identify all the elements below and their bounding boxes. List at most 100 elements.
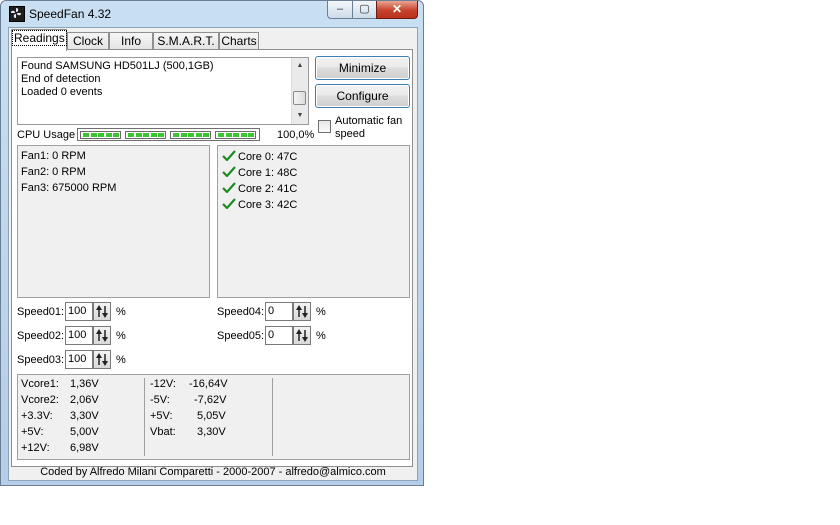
tab-clock[interactable]: Clock [67, 32, 109, 50]
check-icon [222, 166, 236, 177]
speed04-label: Speed04: [217, 306, 265, 318]
voltage-value: 1,36V [70, 378, 99, 390]
speed05-label: Speed05: [217, 330, 265, 342]
spinner-arrows-icon [96, 329, 108, 342]
cpu-usage-segment [80, 131, 121, 139]
cpu-usage-value: 100,0% [277, 129, 315, 141]
tab-charts[interactable]: Charts [219, 32, 259, 50]
log-line: End of detection [21, 73, 101, 85]
speed02-input[interactable]: 100 [65, 326, 93, 345]
temperature-reading: Core 1: 48C [238, 167, 298, 179]
fan-app-icon [9, 6, 25, 22]
temperature-row: Core 3: 42C [222, 198, 297, 211]
client-area: Readings Clock Info S.M.A.R.T. Charts Fo… [8, 27, 418, 481]
window-close-button[interactable]: ✕ [376, 1, 418, 19]
fans-box: Fan1: 0 RPM Fan2: 0 RPM Fan3: 675000 RPM [17, 145, 210, 298]
maximize-icon: ▢ [359, 3, 370, 15]
cpu-usage-block [158, 133, 165, 137]
spinner-arrows-icon [296, 329, 308, 342]
readings-panel: Found SAMSUNG HD501LJ (500,1GB) End of d… [11, 49, 413, 467]
voltage-value: 2,06V [70, 394, 99, 406]
speed02-label: Speed02: [17, 330, 65, 342]
spinner-arrows-icon [296, 305, 308, 318]
speed05-input[interactable]: 0 [265, 326, 293, 345]
minimize-button[interactable]: Minimize [315, 56, 410, 80]
speed02-spinner[interactable] [93, 326, 111, 345]
speed01-input[interactable]: 100 [65, 302, 93, 321]
cpu-usage-bar [77, 128, 260, 141]
cpu-usage-block [105, 133, 112, 137]
cpu-usage-block [90, 133, 97, 137]
window-title: SpeedFan 4.32 [29, 7, 112, 21]
check-icon [222, 182, 236, 193]
cpu-usage-label: CPU Usage [17, 129, 76, 141]
voltage-label: Vbat: [150, 426, 176, 438]
cpu-usage-block [195, 133, 202, 137]
temperature-reading: Core 2: 41C [238, 183, 298, 195]
cpu-usage-block [233, 133, 240, 137]
spinner-arrows-icon [96, 353, 108, 366]
speed05-spinner[interactable] [293, 326, 311, 345]
cpu-usage-block [203, 133, 210, 137]
event-log[interactable]: Found SAMSUNG HD501LJ (500,1GB) End of d… [17, 57, 309, 125]
scroll-down-arrow-icon[interactable]: ▼ [292, 108, 308, 124]
automatic-fan-speed-checkbox[interactable] [318, 120, 331, 133]
speed03-input[interactable]: 100 [65, 350, 93, 369]
scroll-thumb[interactable] [293, 91, 306, 105]
voltage-value: 5,05V [197, 410, 226, 422]
temperature-reading: Core 0: 47C [238, 151, 298, 163]
window-minimize-button[interactable]: – [327, 1, 353, 19]
speed03-spinner[interactable] [93, 350, 111, 369]
cpu-usage-block [113, 133, 120, 137]
temperature-row: Core 0: 47C [222, 150, 297, 163]
voltage-label: -5V: [150, 394, 170, 406]
voltage-label: Vcore2: [21, 394, 59, 406]
scroll-up-arrow-icon[interactable]: ▲ [292, 58, 308, 74]
speed02-unit: % [116, 330, 126, 342]
log-line: Found SAMSUNG HD501LJ (500,1GB) [21, 60, 214, 72]
speedfan-window: SpeedFan 4.32 – ▢ ✕ Readings Clock Info … [0, 0, 424, 486]
voltage-label: +12V: [21, 442, 50, 454]
check-icon [222, 150, 236, 161]
automatic-fan-label: Automatic fan [335, 115, 403, 127]
automatic-fan-label-2: speed [335, 128, 365, 140]
speed04-spinner[interactable] [293, 302, 311, 321]
log-scrollbar[interactable]: ▲ ▼ [291, 58, 308, 124]
tab-smart[interactable]: S.M.A.R.T. [153, 32, 219, 50]
voltage-value: 3,30V [197, 426, 226, 438]
speed03-unit: % [116, 354, 126, 366]
voltage-label: +5V: [21, 426, 44, 438]
speed01-spinner[interactable] [93, 302, 111, 321]
voltage-label: +3.3V: [21, 410, 53, 422]
temperature-row: Core 1: 48C [222, 166, 297, 179]
voltage-value: -7,62V [194, 394, 227, 406]
voltage-label: +5V: [150, 410, 173, 422]
cpu-usage-block [150, 133, 157, 137]
speed01-unit: % [116, 306, 126, 318]
speed01-label: Speed01: [17, 306, 65, 318]
tab-readings[interactable]: Readings [11, 29, 67, 51]
check-icon [222, 198, 236, 209]
close-icon: ✕ [391, 2, 403, 16]
voltage-value: 6,98V [70, 442, 99, 454]
voltage-label: -12V: [150, 378, 176, 390]
tab-info[interactable]: Info [109, 32, 153, 50]
cpu-usage-block [240, 133, 247, 137]
speed04-input[interactable]: 0 [265, 302, 293, 321]
window-maximize-button[interactable]: ▢ [352, 1, 377, 19]
temperature-row: Core 2: 41C [222, 182, 297, 195]
voltage-value: 3,30V [70, 410, 99, 422]
voltage-value: 5,00V [70, 426, 99, 438]
configure-button[interactable]: Configure [315, 84, 410, 108]
fan-reading: Fan3: 675000 RPM [21, 182, 117, 194]
cpu-usage-block [143, 133, 150, 137]
spinner-arrows-icon [96, 305, 108, 318]
cpu-usage-block [128, 133, 134, 137]
cpu-usage-block [135, 133, 142, 137]
cpu-usage-segment [125, 131, 166, 139]
cpu-usage-block [98, 133, 105, 137]
fan-reading: Fan2: 0 RPM [21, 166, 86, 178]
voltage-label: Vcore1: [21, 378, 59, 390]
title-bar[interactable]: SpeedFan 4.32 – ▢ ✕ [1, 1, 423, 27]
cpu-usage-block [248, 133, 255, 137]
